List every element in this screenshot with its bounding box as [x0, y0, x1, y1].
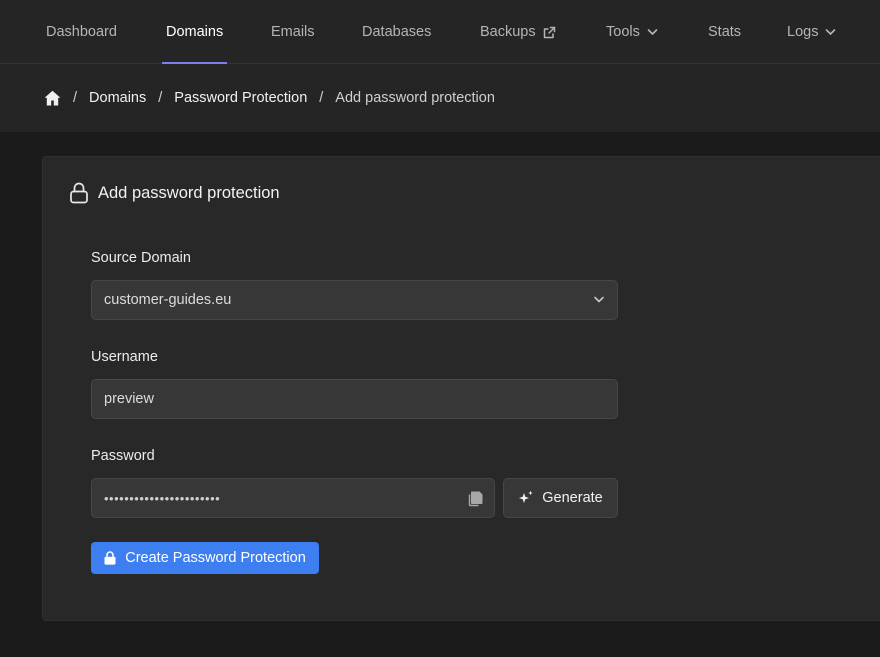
create-button-label: Create Password Protection [125, 550, 306, 566]
username-field[interactable]: preview [91, 379, 618, 419]
copy-icon[interactable] [467, 489, 484, 511]
chevron-down-icon [826, 29, 836, 35]
breadcrumb-separator: / [73, 90, 78, 106]
nav-databases[interactable]: Databases [362, 0, 431, 64]
breadcrumb-domains[interactable]: Domains [89, 90, 146, 106]
username-label: Username [91, 349, 158, 365]
generate-label: Generate [542, 490, 603, 506]
chevron-down-icon [647, 29, 658, 35]
generate-button[interactable]: Generate [503, 478, 618, 518]
breadcrumb-bar: / Domains / Password Protection / Add pa… [0, 64, 880, 132]
card-title: Add password protection [69, 181, 280, 205]
nav-backups-label: Backups [480, 24, 536, 40]
home-icon[interactable] [44, 90, 61, 106]
nav-dashboard[interactable]: Dashboard [46, 0, 117, 64]
nav-tools-label: Tools [606, 24, 640, 40]
top-nav: Dashboard Domains Emails Databases Backu… [0, 0, 880, 64]
source-domain-select[interactable]: customer-guides.eu [91, 280, 618, 320]
nav-stats-label: Stats [708, 24, 742, 40]
breadcrumb-password-protection[interactable]: Password Protection [174, 90, 307, 106]
breadcrumb-current: Add password protection [335, 90, 495, 106]
breadcrumb-separator: / [158, 90, 163, 106]
nav-domains-label: Domains [166, 24, 224, 40]
breadcrumb: / Domains / Password Protection / Add pa… [44, 64, 495, 132]
source-domain-value: customer-guides.eu [104, 292, 232, 308]
create-password-protection-button[interactable]: Create Password Protection [91, 542, 319, 574]
breadcrumb-separator: / [319, 90, 324, 106]
card-title-text: Add password protection [98, 183, 280, 202]
nav-domains[interactable]: Domains [161, 0, 228, 64]
source-domain-label: Source Domain [91, 250, 191, 266]
username-value: preview [104, 391, 154, 407]
nav-logs-label: Logs [787, 24, 819, 40]
nav-databases-label: Databases [362, 24, 432, 40]
form-card: Add password protection Source Domain cu… [42, 156, 880, 621]
sparkle-icon [519, 490, 533, 503]
nav-dashboard-label: Dashboard [46, 24, 117, 40]
password-field[interactable]: ••••••••••••••••••••••• [91, 478, 495, 518]
nav-backups[interactable]: Backups [480, 0, 556, 64]
password-label: Password [91, 448, 155, 464]
external-link-icon [543, 26, 555, 38]
nav-logs[interactable]: Logs [787, 0, 836, 64]
nav-emails-label: Emails [271, 24, 315, 40]
nav-stats[interactable]: Stats [708, 0, 741, 64]
nav-emails[interactable]: Emails [271, 0, 315, 64]
nav-tools[interactable]: Tools [606, 0, 658, 64]
password-value: ••••••••••••••••••••••• [104, 490, 221, 506]
lock-icon [104, 551, 116, 565]
lock-icon [70, 182, 88, 204]
chevron-down-icon [594, 296, 604, 303]
